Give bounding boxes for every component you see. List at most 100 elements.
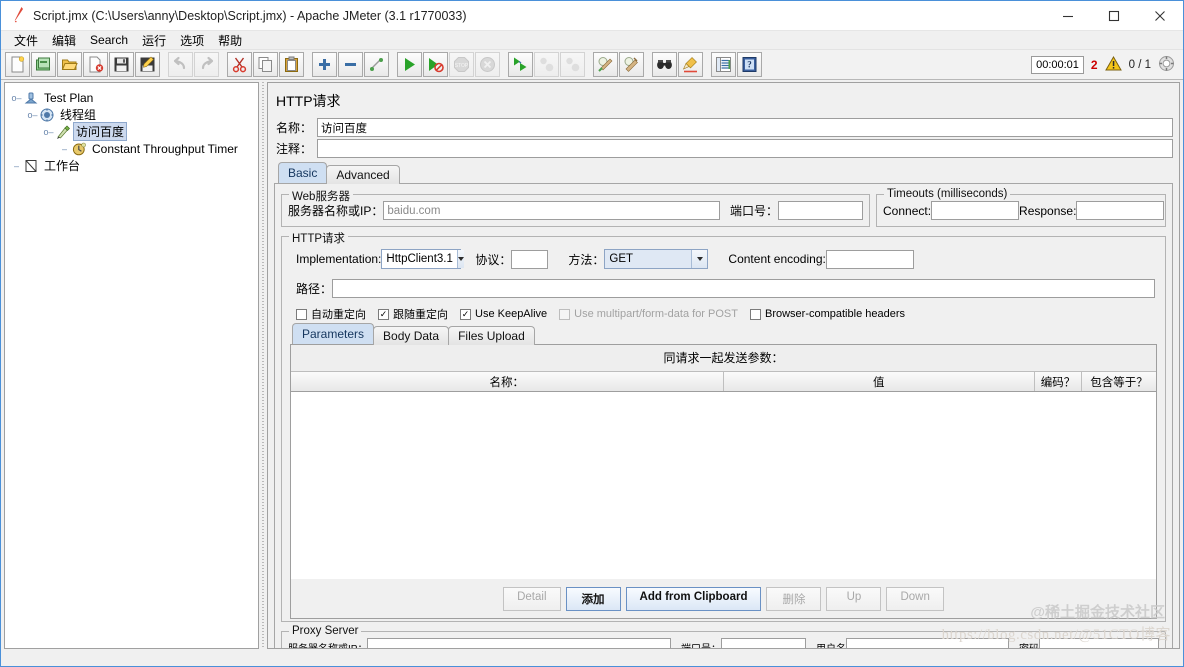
menu-help[interactable]: 帮助 (211, 31, 249, 50)
new-icon[interactable] (5, 52, 30, 77)
delete-button[interactable]: 删除 (766, 587, 822, 611)
menu-search[interactable]: Search (83, 32, 135, 48)
menu-options[interactable]: 选项 (173, 31, 211, 50)
content-encoding-input[interactable] (825, 249, 914, 269)
web-server-group-title: Web服务器 (289, 188, 353, 204)
save-as-icon[interactable] (135, 52, 160, 77)
help-icon[interactable]: ? (737, 52, 762, 77)
menu-file[interactable]: 文件 (7, 31, 45, 50)
proxy-password-input[interactable] (1039, 638, 1159, 648)
parameters-table-body[interactable] (291, 392, 1156, 579)
http-request-group-title: HTTP请求 (289, 230, 349, 246)
error-count[interactable]: 2 (1091, 58, 1098, 72)
checkbox-box[interactable] (296, 308, 307, 320)
shutdown-icon[interactable] (475, 52, 500, 77)
implementation-select[interactable]: HttpClient3.1 (381, 249, 464, 269)
warning-triangle-icon[interactable] (1104, 55, 1122, 74)
column-header-name[interactable]: 名称： (291, 372, 724, 391)
maximize-button[interactable] (1091, 1, 1137, 31)
close-button[interactable] (1137, 1, 1183, 31)
tree-node-http-sampler[interactable]: o– 访问百度 (5, 122, 258, 141)
tree-node-test-plan[interactable]: o– Test Plan (5, 89, 258, 106)
redo-icon[interactable] (194, 52, 219, 77)
timer-icon (70, 141, 87, 156)
undo-icon[interactable] (168, 52, 193, 77)
protocol-input[interactable] (511, 249, 549, 269)
tab-basic[interactable]: Basic (278, 162, 328, 183)
tab-parameters[interactable]: Parameters (292, 323, 375, 344)
proxy-username-label: 用户名 (816, 640, 846, 648)
column-header-value[interactable]: 值 (724, 372, 1035, 391)
method-select[interactable]: GET (604, 249, 709, 269)
templates-icon[interactable] (31, 52, 56, 77)
collapse-all-icon[interactable] (338, 52, 363, 77)
expand-all-icon[interactable] (312, 52, 337, 77)
tree-node-workbench[interactable]: – 工作台 (5, 157, 258, 174)
expand-handle-icon[interactable]: o– (27, 110, 38, 120)
tab-files-upload[interactable]: Files Upload (448, 326, 535, 345)
checkbox-auto-redirect[interactable]: 自动重定向 (296, 306, 366, 322)
checkbox-box[interactable]: ✓ (460, 308, 471, 320)
remote-shutdown-all-icon[interactable] (560, 52, 585, 77)
down-button[interactable]: Down (886, 587, 944, 611)
remote-start-all-icon[interactable] (508, 52, 533, 77)
proxy-username-input[interactable] (846, 638, 1009, 648)
expand-handle-icon[interactable]: o– (43, 127, 54, 137)
column-header-include-equals[interactable]: 包含等于？ (1082, 372, 1156, 391)
proxy-port-input[interactable] (721, 638, 806, 648)
chevron-down-icon[interactable] (691, 250, 708, 268)
copy-icon[interactable] (253, 52, 278, 77)
tree-node-label: 线程组 (60, 108, 97, 122)
start-icon[interactable] (397, 52, 422, 77)
server-name-input[interactable] (383, 201, 720, 220)
up-button[interactable]: Up (826, 587, 882, 611)
clear-icon[interactable] (593, 52, 618, 77)
function-helper-icon[interactable] (711, 52, 736, 77)
remote-stop-all-icon[interactable] (534, 52, 559, 77)
start-no-pauses-icon[interactable] (423, 52, 448, 77)
http-request-group: HTTP请求 Implementation: HttpClient3.1 协议：… (281, 230, 1166, 622)
panel-splitter[interactable] (259, 82, 267, 649)
column-header-encode[interactable]: 编码？ (1035, 372, 1082, 391)
paste-icon[interactable] (279, 52, 304, 77)
minimize-button[interactable] (1045, 1, 1091, 31)
close-file-icon[interactable] (83, 52, 108, 77)
checkbox-follow-redirect[interactable]: ✓ 跟随重定向 (378, 306, 448, 322)
add-from-clipboard-button[interactable]: Add from Clipboard (625, 587, 762, 611)
timeouts-group-title: Timeouts (milliseconds) (884, 188, 1011, 200)
toggle-icon[interactable] (364, 52, 389, 77)
checkbox-browser-compatible-headers[interactable]: Browser-compatible headers (749, 308, 905, 320)
checkbox-label: 跟随重定向 (393, 309, 448, 321)
comment-input[interactable] (317, 139, 1173, 158)
tree-node-constant-throughput-timer[interactable]: – Constant Throughput Timer (5, 140, 258, 157)
search-reset-icon[interactable] (678, 52, 703, 77)
request-options-checkboxes: 自动重定向 ✓ 跟随重定向 ✓ Use KeepAlive Use multip… (288, 300, 1159, 324)
checkbox-box[interactable]: ✓ (378, 308, 389, 320)
open-icon[interactable] (57, 52, 82, 77)
name-input[interactable] (317, 118, 1173, 137)
chevron-down-icon[interactable] (456, 250, 464, 268)
save-icon[interactable] (109, 52, 134, 77)
tab-advanced[interactable]: Advanced (326, 165, 400, 184)
checkbox-box[interactable] (749, 308, 761, 320)
tree-node-thread-group[interactable]: o– 线程组 (5, 106, 258, 123)
thread-gauge-icon (1158, 55, 1175, 75)
path-input[interactable] (332, 279, 1155, 298)
search-icon[interactable] (652, 52, 677, 77)
stop-icon[interactable]: STOP (449, 52, 474, 77)
cut-icon[interactable] (227, 52, 252, 77)
response-timeout-input[interactable] (1076, 201, 1165, 220)
menu-edit[interactable]: 编辑 (45, 31, 83, 50)
tree-node-label: 工作台 (44, 159, 81, 173)
detail-button[interactable]: Detail (503, 587, 561, 611)
checkbox-use-keepalive[interactable]: ✓ Use KeepAlive (460, 308, 547, 320)
expand-handle-icon[interactable]: o– (11, 93, 22, 103)
port-input[interactable] (778, 201, 863, 220)
proxy-server-input[interactable] (367, 638, 671, 648)
add-button[interactable]: 添加 (565, 587, 621, 611)
clear-all-icon[interactable] (619, 52, 644, 77)
tab-body-data[interactable]: Body Data (373, 326, 450, 345)
connect-timeout-input[interactable] (931, 201, 1020, 220)
parameters-table-header: 名称： 值 编码？ 包含等于？ (291, 372, 1156, 392)
menu-run[interactable]: 运行 (135, 31, 173, 50)
